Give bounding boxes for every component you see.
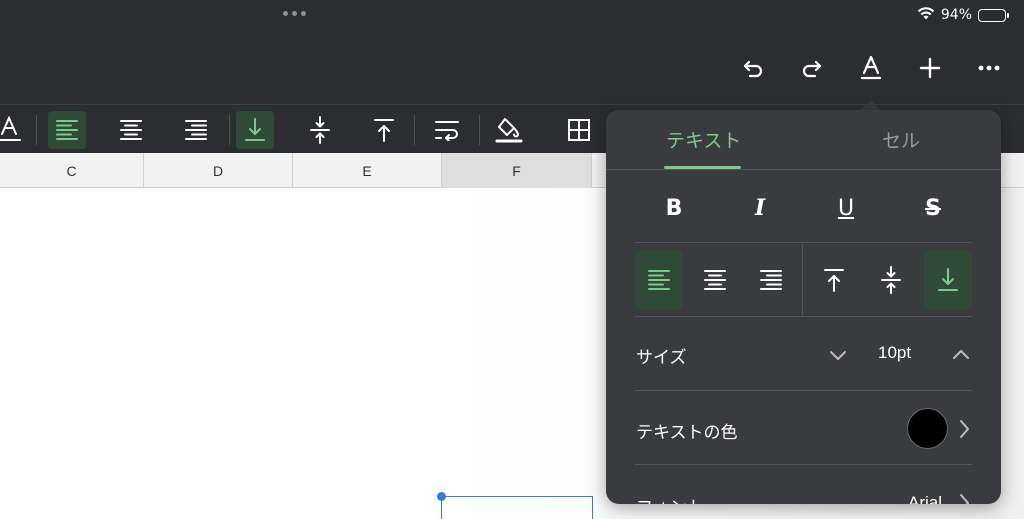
wifi-icon	[917, 6, 935, 24]
battery-icon	[978, 8, 1009, 22]
column-header-c[interactable]: C	[0, 153, 144, 188]
popover-valign-middle-icon[interactable]	[867, 250, 915, 310]
popover-align-left-icon[interactable]	[635, 250, 683, 310]
size-value: 10pt	[878, 343, 912, 362]
align-center-icon[interactable]	[112, 111, 150, 149]
column-header-e[interactable]: E	[293, 153, 442, 188]
alignment-row	[635, 244, 972, 316]
strikethrough-button[interactable]: S	[913, 188, 953, 228]
status-bar: 94%	[917, 6, 1009, 24]
popover-align-right-icon[interactable]	[747, 250, 795, 310]
text-format-popover: テキスト セル B I U S サイズ 10pt テキストの色 Arial	[606, 110, 1001, 504]
top-bar: 94%	[0, 0, 1024, 104]
size-label: サイズ	[636, 348, 687, 368]
multitasking-dots[interactable]	[283, 11, 306, 16]
align-right-icon[interactable]	[177, 111, 215, 149]
font-color-icon[interactable]	[0, 111, 28, 149]
font-chevron-right-icon[interactable]	[952, 491, 976, 504]
popover-arrow	[861, 100, 881, 110]
align-left-icon[interactable]	[48, 111, 86, 149]
text-style-row: B I U S	[606, 180, 1001, 234]
bold-button[interactable]: B	[654, 188, 694, 228]
tab-cell[interactable]: セル	[882, 126, 920, 153]
valign-bottom-icon[interactable]	[236, 111, 274, 149]
text-format-icon[interactable]	[855, 52, 887, 84]
size-decrease-chevron-down-icon[interactable]	[826, 343, 850, 367]
text-color-swatch[interactable]	[907, 408, 948, 449]
undo-icon[interactable]	[737, 52, 769, 84]
popover-align-center-icon[interactable]	[691, 250, 739, 310]
font-value: Arial	[908, 493, 943, 504]
text-color-label: テキストの色	[636, 423, 738, 443]
font-label: フォント	[636, 493, 704, 504]
valign-top-icon[interactable]	[365, 111, 403, 149]
popover-tabs: テキスト セル	[606, 110, 1001, 170]
valign-middle-icon[interactable]	[301, 111, 339, 149]
redo-icon[interactable]	[796, 52, 828, 84]
add-icon[interactable]	[914, 52, 946, 84]
column-header-f[interactable]: F	[442, 153, 592, 188]
more-icon[interactable]	[973, 52, 1005, 84]
popover-valign-bottom-icon[interactable]	[924, 250, 972, 310]
popover-valign-top-icon[interactable]	[810, 250, 858, 310]
selection-handle[interactable]	[437, 492, 446, 501]
text-color-chevron-right-icon[interactable]	[952, 417, 976, 441]
tab-text[interactable]: テキスト	[666, 126, 741, 153]
battery-percentage: 94%	[940, 7, 972, 23]
wrap-text-icon[interactable]	[428, 111, 466, 149]
selected-cell[interactable]	[441, 496, 593, 519]
underline-button[interactable]: U	[826, 188, 866, 228]
cell-borders-icon[interactable]	[560, 111, 598, 149]
fill-color-icon[interactable]	[490, 111, 528, 149]
size-increase-chevron-up-icon[interactable]	[949, 343, 973, 367]
column-header-d[interactable]: D	[144, 153, 293, 188]
active-tab-indicator	[664, 166, 741, 169]
italic-button[interactable]: I	[740, 188, 780, 228]
